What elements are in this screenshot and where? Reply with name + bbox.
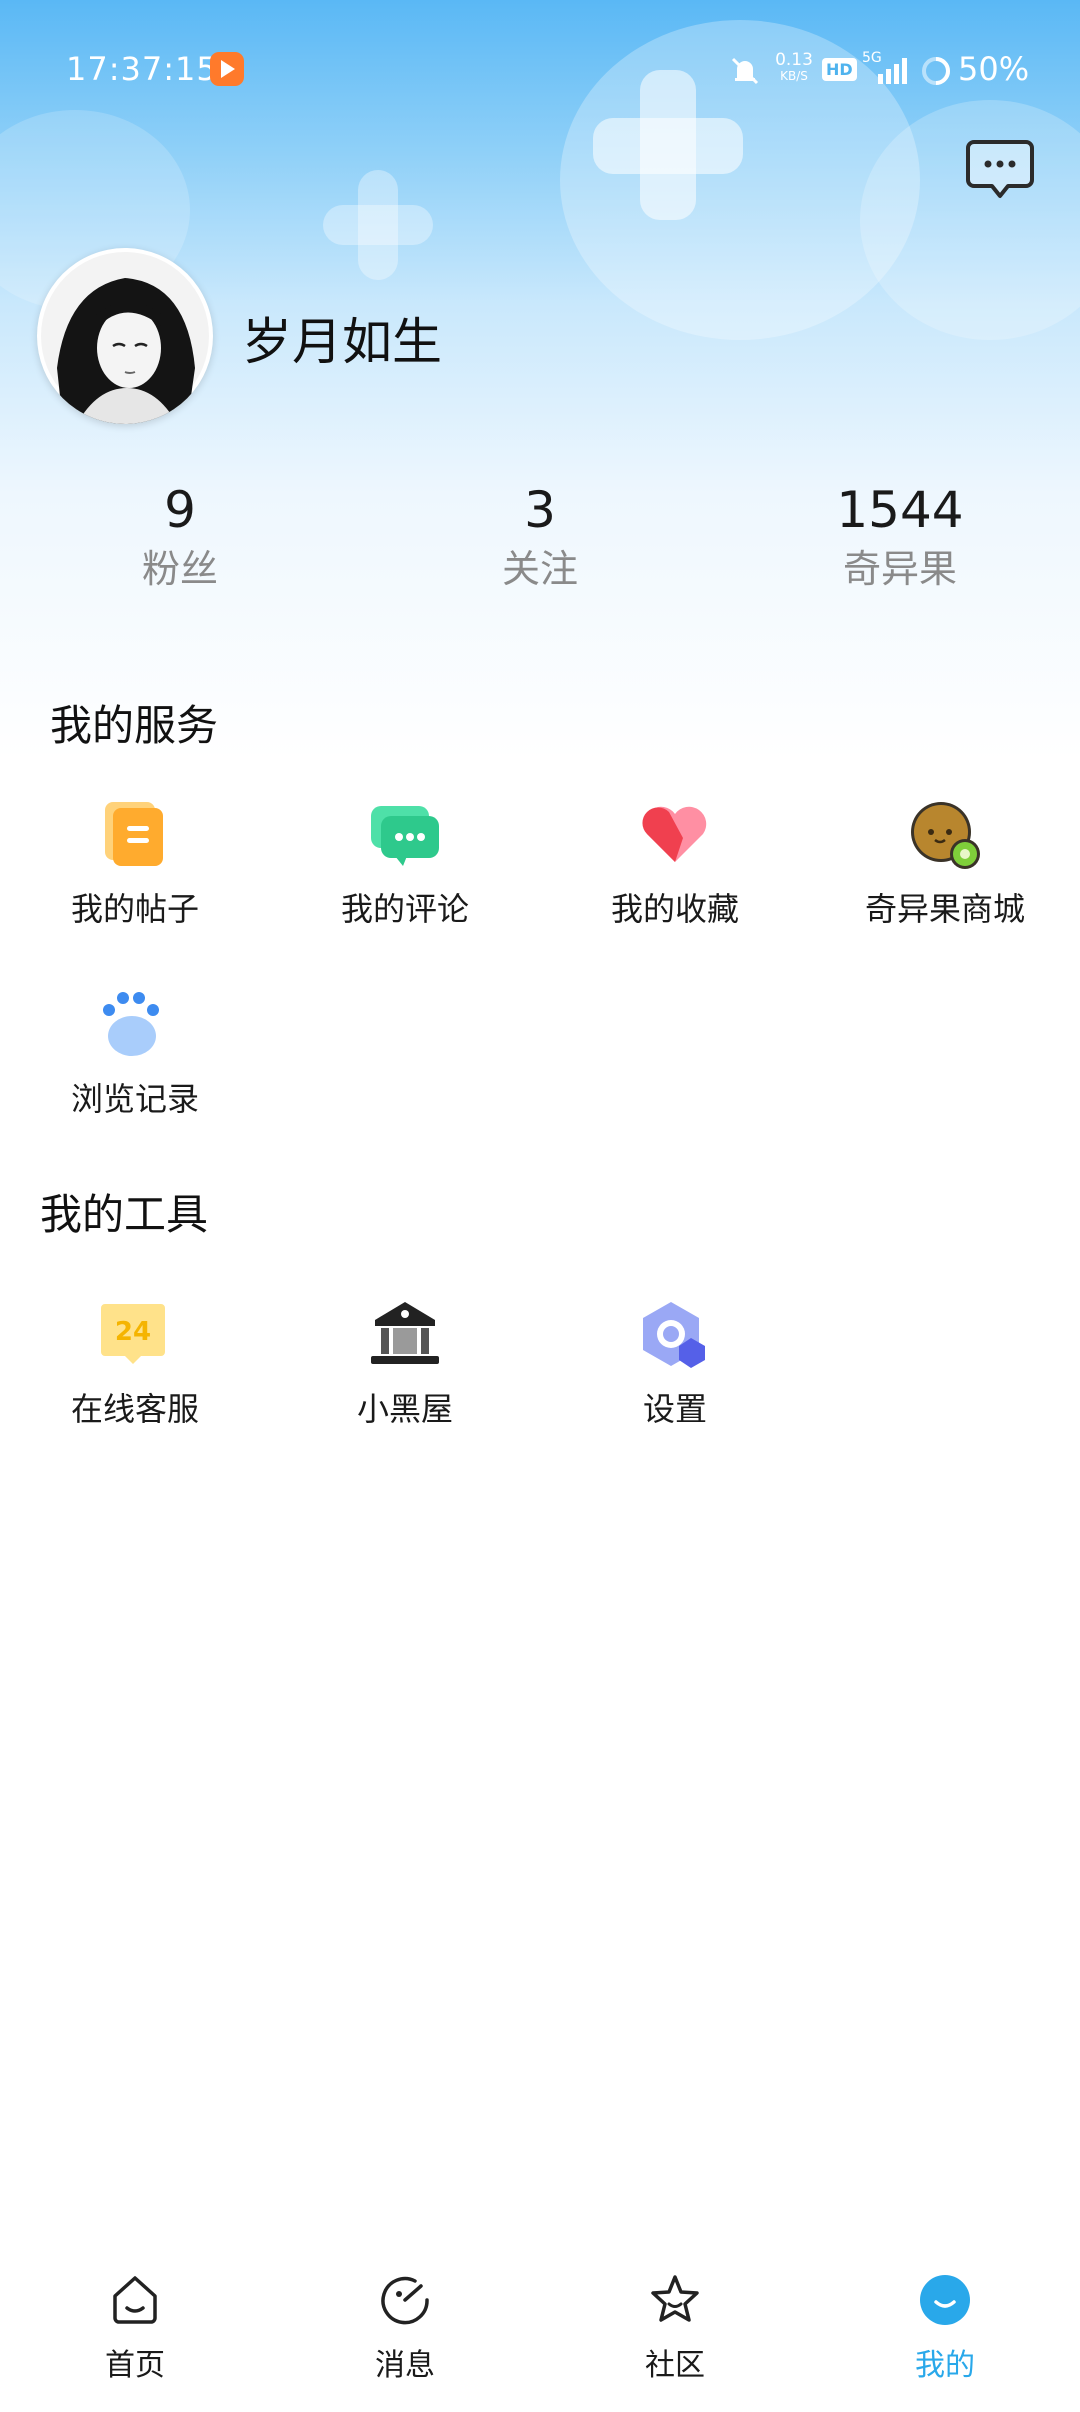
avatar-image (41, 252, 209, 424)
plus-decoration (323, 205, 433, 245)
kiwi-shop-icon (911, 802, 980, 869)
service-label: 我的收藏 (610, 890, 739, 928)
stat-followers[interactable]: 9 粉丝 (60, 478, 300, 596)
mute-bell-icon (731, 57, 759, 85)
tab-label: 我的 (915, 2348, 975, 2383)
net-speed-value: 0.13 (775, 50, 813, 70)
service-label: 奇异果商城 (864, 890, 1025, 928)
service-my-favorites[interactable]: 我的收藏 (575, 798, 775, 930)
profile-icon (920, 2275, 970, 2325)
support-24-icon: 24 (101, 1304, 165, 1364)
service-label: 浏览记录 (70, 1080, 199, 1118)
favorites-icon (642, 806, 707, 862)
tool-label: 小黑屋 (356, 1390, 453, 1428)
net-speed-unit: KB/S (780, 69, 808, 83)
tab-label: 社区 (645, 2348, 705, 2383)
community-star-icon (651, 2275, 699, 2322)
tools-title: 我的工具 (40, 1190, 209, 1239)
home-icon (113, 2276, 157, 2324)
stat-label: 关注 (501, 547, 578, 591)
signal-icon (878, 58, 907, 84)
status-bar: 17:37:15 0.13 KB/S HD 5G 50% (0, 0, 1080, 140)
battery-level: 50% (958, 50, 1030, 88)
tool-blackroom[interactable]: 小黑屋 (305, 1298, 505, 1430)
message-icon (381, 2276, 429, 2325)
service-label: 我的评论 (340, 890, 469, 928)
service-kiwi-shop[interactable]: 奇异果商城 (845, 798, 1045, 930)
avatar[interactable] (37, 248, 213, 424)
tab-message[interactable]: 消息 (325, 2272, 485, 2384)
tab-community[interactable]: 社区 (595, 2272, 755, 2384)
tab-profile[interactable]: 我的 (865, 2272, 1025, 2384)
chat-message-button[interactable] (964, 134, 1036, 206)
stat-label: 粉丝 (141, 547, 218, 591)
tool-settings[interactable]: 设置 (575, 1298, 775, 1430)
net-speed: 0.13 KB/S (774, 52, 814, 84)
service-my-comments[interactable]: 我的评论 (305, 798, 505, 930)
stat-value: 1544 (836, 481, 964, 539)
chat-bubble-icon (966, 140, 1034, 198)
video-app-icon (210, 52, 244, 86)
settings-icon (643, 1302, 705, 1368)
hd-badge: HD (822, 58, 857, 81)
comments-icon (371, 806, 439, 866)
posts-icon (105, 802, 163, 866)
tab-home[interactable]: 首页 (55, 2272, 215, 2384)
blackroom-icon (371, 1302, 439, 1364)
stat-value: 3 (524, 481, 556, 539)
service-my-posts[interactable]: 我的帖子 (35, 798, 235, 930)
services-title: 我的服务 (50, 701, 219, 750)
stat-label: 奇异果 (842, 547, 957, 591)
service-label: 我的帖子 (70, 890, 199, 928)
tool-online-support[interactable]: 24 在线客服 (35, 1298, 235, 1430)
support-badge-text: 24 (115, 1317, 151, 1347)
tool-label: 在线客服 (70, 1390, 199, 1428)
stat-kiwi[interactable]: 1544 奇异果 (780, 478, 1020, 596)
stat-value: 9 (164, 481, 196, 539)
username[interactable]: 岁月如生 (242, 302, 442, 374)
service-history[interactable]: 浏览记录 (35, 988, 235, 1120)
tool-label: 设置 (642, 1390, 707, 1428)
stat-following[interactable]: 3 关注 (420, 478, 660, 596)
battery-ring-icon (922, 57, 950, 85)
tab-label: 首页 (105, 2348, 165, 2383)
clock: 17:37:15 (66, 50, 218, 88)
tab-label: 消息 (375, 2348, 435, 2383)
history-icon (103, 992, 159, 1056)
